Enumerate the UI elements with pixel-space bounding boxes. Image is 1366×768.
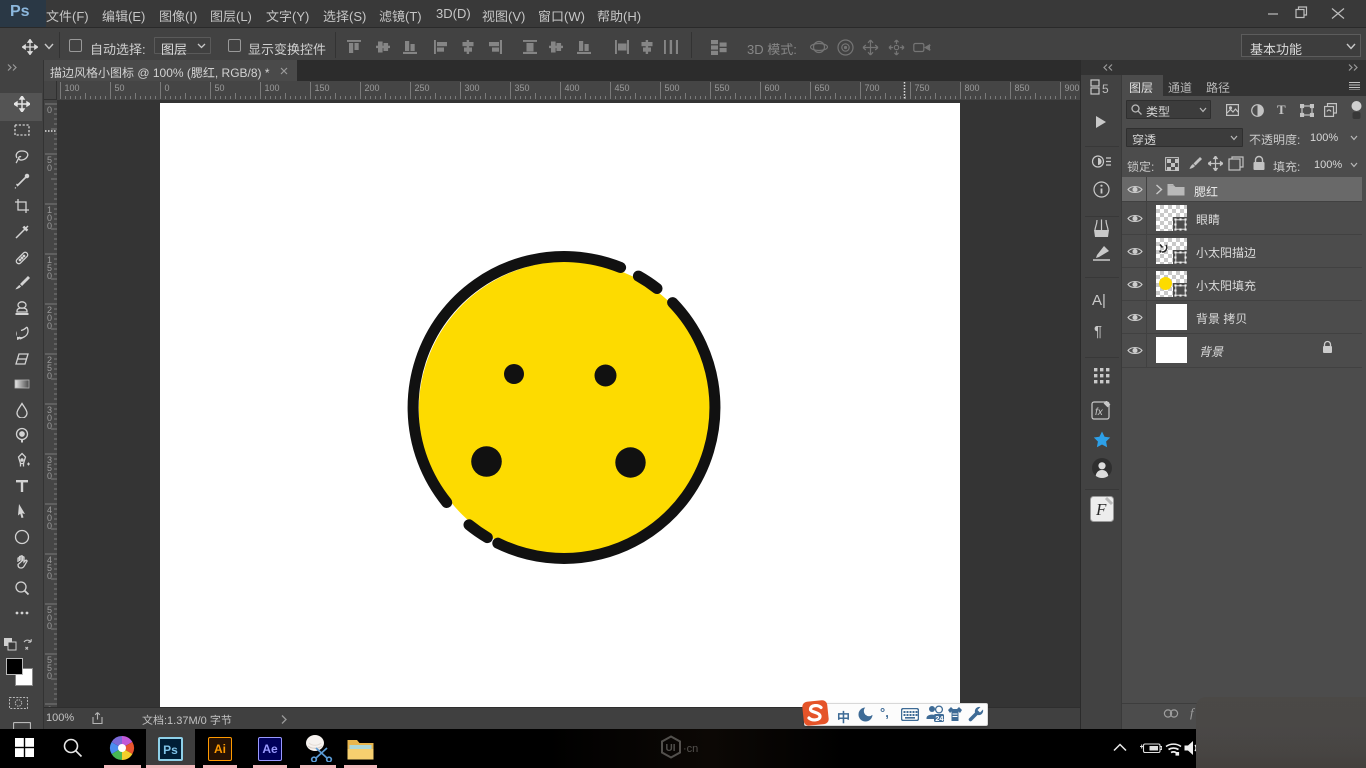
svg-text:250: 250 xyxy=(415,83,430,93)
svg-text:450: 450 xyxy=(615,83,630,93)
svg-text:·cn: ·cn xyxy=(683,743,698,755)
svg-text:400: 400 xyxy=(565,83,580,93)
svg-text:¶: ¶ xyxy=(1094,323,1102,339)
svg-text:500: 500 xyxy=(665,83,680,93)
svg-text:F: F xyxy=(1095,500,1107,519)
svg-text:50: 50 xyxy=(215,83,225,93)
svg-text:A|: A| xyxy=(1092,292,1106,308)
svg-text:350: 350 xyxy=(515,83,530,93)
svg-text:800: 800 xyxy=(965,83,980,93)
svg-text:250: 250 xyxy=(47,355,52,381)
svg-text:600: 600 xyxy=(765,83,780,93)
svg-text:0: 0 xyxy=(47,105,52,115)
svg-text:450: 450 xyxy=(47,555,52,581)
svg-text:UI: UI xyxy=(666,743,676,754)
svg-text:550: 550 xyxy=(47,655,52,681)
svg-text:200: 200 xyxy=(47,305,52,331)
svg-text:50: 50 xyxy=(115,83,125,93)
svg-text:700: 700 xyxy=(865,83,880,93)
svg-text:150: 150 xyxy=(47,255,52,281)
svg-text:550: 550 xyxy=(715,83,730,93)
svg-text:400: 400 xyxy=(47,505,52,531)
svg-text:850: 850 xyxy=(1015,83,1030,93)
svg-text:900: 900 xyxy=(1065,83,1080,93)
svg-text:500: 500 xyxy=(47,605,52,631)
svg-text:50: 50 xyxy=(47,155,52,173)
svg-text:0: 0 xyxy=(165,83,170,93)
svg-text:100: 100 xyxy=(65,83,80,93)
svg-text:650: 650 xyxy=(815,83,830,93)
svg-text:24: 24 xyxy=(935,714,944,723)
svg-text:150: 150 xyxy=(315,83,330,93)
svg-text:300: 300 xyxy=(47,405,52,431)
svg-text:750: 750 xyxy=(915,83,930,93)
svg-text:200: 200 xyxy=(365,83,380,93)
svg-text:100: 100 xyxy=(47,205,52,231)
svg-text:fx: fx xyxy=(1095,407,1104,418)
svg-text:350: 350 xyxy=(47,455,52,481)
svg-text:100: 100 xyxy=(265,83,280,93)
svg-text:300: 300 xyxy=(465,83,480,93)
svg-text:5: 5 xyxy=(1102,82,1109,95)
